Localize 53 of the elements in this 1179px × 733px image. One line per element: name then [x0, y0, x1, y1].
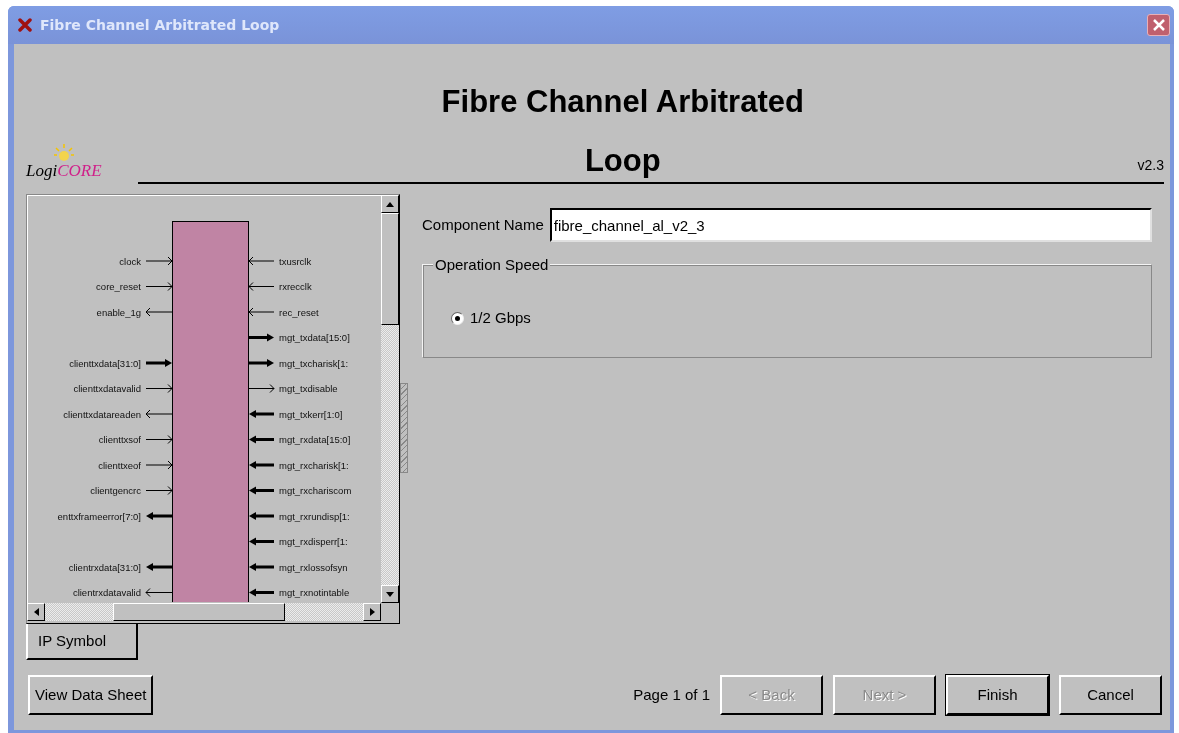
- port-label: clock: [119, 255, 141, 267]
- port-label: mgt_rxrundisp[1:: [279, 510, 350, 522]
- splitter-handle[interactable]: [400, 383, 408, 473]
- port-label: core_reset: [96, 281, 141, 292]
- scroll-right-button[interactable]: [363, 603, 381, 621]
- close-icon: [1151, 18, 1166, 32]
- port-label: txusrclk: [279, 255, 312, 267]
- port-label: clienttxdatareaden: [63, 408, 141, 420]
- port-label: clienttxdatavalid: [73, 383, 141, 394]
- port-label: clienttxsof: [98, 434, 141, 445]
- port-label: mgt_txdisable: [279, 383, 338, 394]
- port-label: mgt_rxdata[15:0]: [279, 434, 351, 445]
- port-label: mgt_txkerr[1:0]: [279, 408, 343, 420]
- close-button[interactable]: [1147, 14, 1170, 36]
- down-arrow-icon: [386, 591, 394, 597]
- port-label: clienttxeof: [98, 459, 141, 471]
- scroll-up-button[interactable]: [381, 195, 399, 213]
- port-label: clientgencrc: [90, 485, 141, 496]
- port-label: mgt_txdata[15:0]: [279, 332, 350, 343]
- left-arrow-icon: [33, 608, 39, 616]
- dialog-button[interactable]: Cancel: [1059, 675, 1162, 715]
- port-label: clienttxdata[31:0]: [69, 357, 141, 369]
- port-label: enttxframeerror[7:0]: [57, 510, 141, 522]
- dialog-button[interactable]: Finish: [946, 675, 1049, 715]
- logicore-logo: LogiCORE: [26, 144, 102, 184]
- port-label: mgt_rxdisperr[1:: [279, 536, 348, 547]
- scroll-thumb[interactable]: [113, 603, 285, 621]
- window-title: Fibre Channel Arbitrated Loop: [40, 15, 280, 35]
- page-indicator: Page 1 of 1: [633, 684, 710, 705]
- field-label: Component Name: [422, 214, 544, 235]
- component-name-field[interactable]: fibre_channel_al_v2_3: [549, 208, 1152, 242]
- scroll-thumb[interactable]: [381, 213, 399, 325]
- port-label: mgt_rxnotintable: [279, 587, 350, 598]
- up-arrow-icon: [386, 201, 394, 207]
- port-label: clientrxdata[31:0]: [68, 561, 141, 573]
- port-label: mgt_rxchariscom: [279, 485, 352, 496]
- port-label: clientrxdatavalid: [72, 587, 141, 598]
- port-label: rec_reset: [279, 306, 319, 318]
- port-label: enable_1g: [96, 306, 141, 318]
- radio-label: 1/2 Gbps: [470, 308, 531, 328]
- radio-button[interactable]: [451, 311, 464, 325]
- close-x-icon: [18, 18, 32, 32]
- right-arrow-icon: [369, 608, 375, 616]
- port-label: mgt_rxlossofsyn: [279, 561, 348, 573]
- scroll-left-button[interactable]: [27, 603, 45, 621]
- tab[interactable]: IP Symbol: [26, 624, 138, 660]
- dialog-title: Fibre Channel Arbitrated Loop: [440, 83, 805, 180]
- port-label: mgt_rxcharisk[1:: [279, 459, 349, 471]
- port-label: mgt_txcharisk[1:: [279, 357, 349, 369]
- port-label: rxrecclk: [279, 281, 312, 292]
- scroll-down-button[interactable]: [381, 585, 399, 603]
- version-label: v2.3: [1137, 156, 1164, 175]
- view-data-sheet-button[interactable]: View Data Sheet: [28, 675, 154, 715]
